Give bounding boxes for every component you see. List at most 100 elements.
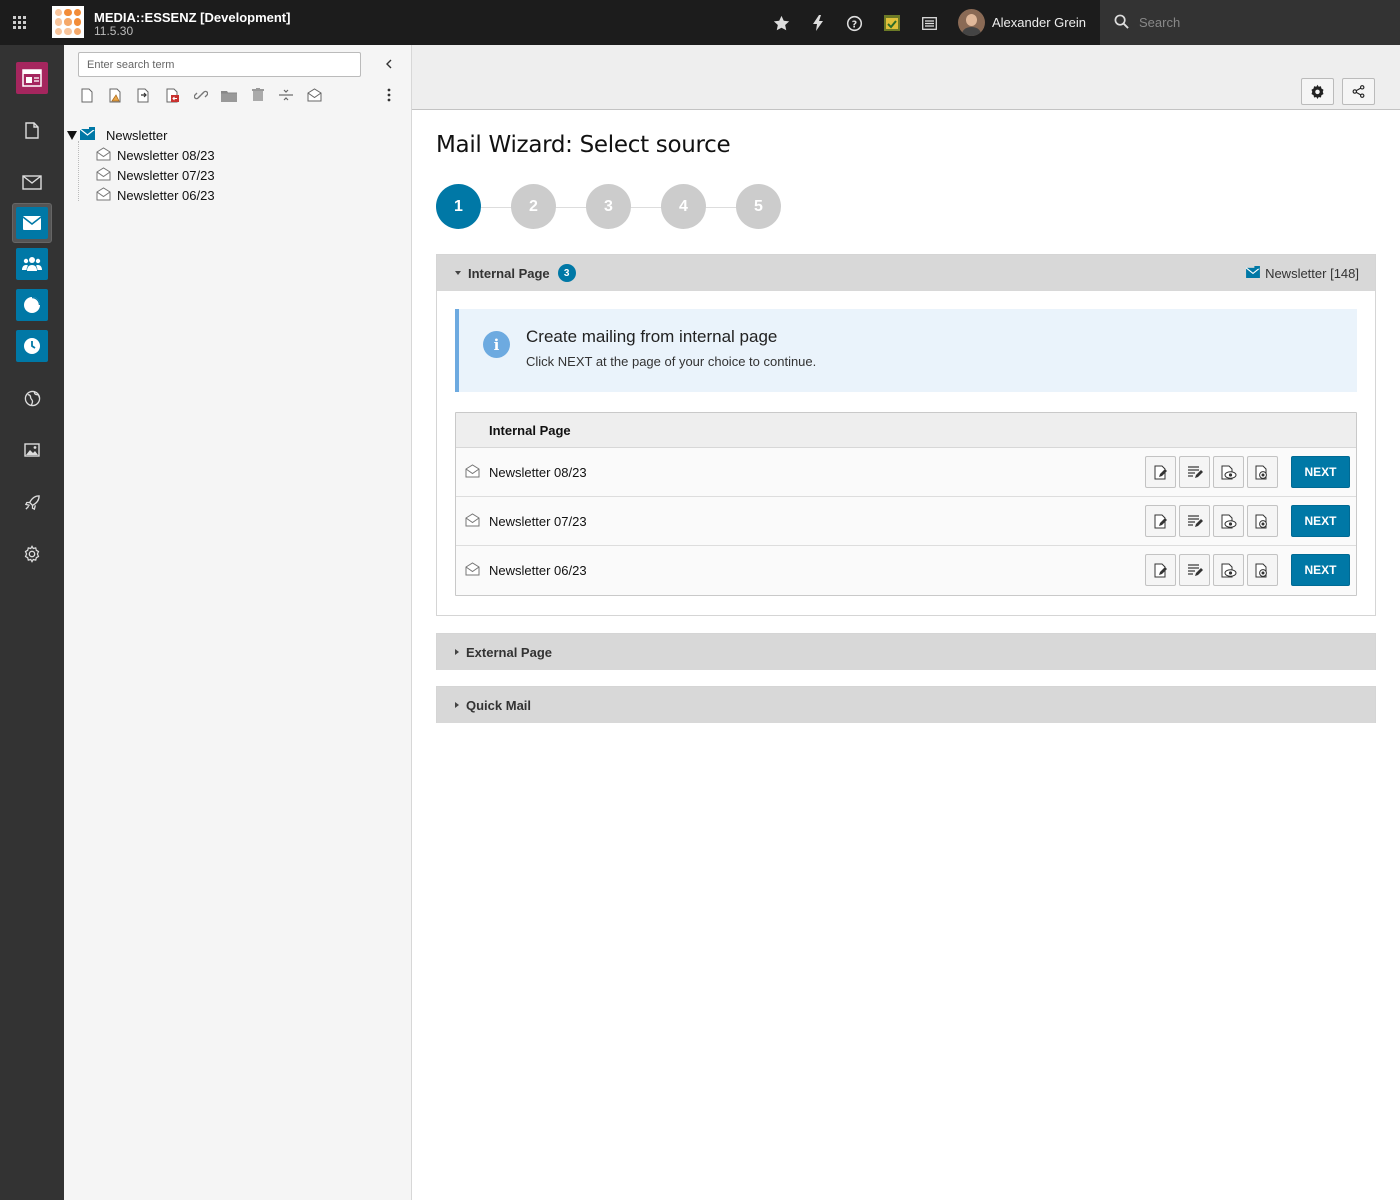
external-page-panel-header[interactable]: External Page: [437, 634, 1375, 670]
new-page-icon[interactable]: [78, 85, 96, 105]
edit-page-icon[interactable]: [1145, 505, 1176, 537]
module-page-icon[interactable]: [16, 114, 48, 146]
global-search-input[interactable]: [1139, 15, 1379, 30]
newsletter-folder-icon: [1245, 266, 1261, 281]
recycler-trash-icon[interactable]: [249, 85, 267, 105]
count-badge: 3: [557, 264, 576, 282]
page-tree-panel: Newsletter Newsletter 08/23 Newsletter 0…: [64, 45, 412, 1200]
help-icon[interactable]: ?: [843, 12, 865, 34]
table-header: Internal Page: [456, 413, 1356, 448]
list-icon[interactable]: [918, 12, 940, 34]
topbar: MEDIA::ESSENZ [Development] 11.5.30 ? Al…: [0, 0, 1400, 45]
doc-header: [412, 45, 1400, 110]
wizard-step-4: 4: [661, 184, 706, 229]
more-options-icon[interactable]: [380, 85, 398, 105]
tree-search-input[interactable]: [78, 52, 361, 77]
mail-page-icon: [465, 464, 480, 481]
next-button[interactable]: NEXT: [1291, 505, 1350, 537]
tree-node-label: Newsletter 07/23: [117, 167, 215, 183]
site-name: MEDIA::ESSENZ [Development]: [94, 10, 291, 25]
mail-page-icon: [96, 186, 111, 204]
row-actions: [1145, 456, 1278, 488]
module-web-page-icon[interactable]: [16, 62, 48, 94]
preview-html-icon[interactable]: [1213, 505, 1244, 537]
quick-mail-panel: Quick Mail: [436, 686, 1376, 723]
folder-icon[interactable]: [220, 85, 238, 105]
tree-node-label: Newsletter 08/23: [117, 147, 215, 163]
preview-html-icon[interactable]: [1213, 456, 1244, 488]
table-row: Newsletter 08/23 NEXT: [456, 448, 1356, 497]
tree-node-label: Newsletter 06/23: [117, 187, 215, 203]
internal-page-panel-header[interactable]: Internal Page 3 Newsletter [148]: [437, 255, 1375, 291]
mail-page-icon: [465, 562, 480, 579]
new-link-page-icon[interactable]: [135, 85, 153, 105]
workspace-icon[interactable]: [881, 12, 903, 34]
record-label: Newsletter [148]: [1265, 266, 1359, 281]
mail-page-icon: [96, 146, 111, 164]
module-direct-mail-icon[interactable]: [12, 203, 52, 243]
bookmark-star-icon[interactable]: [770, 12, 792, 34]
wizard-steps: 1 2 3 4 5: [436, 184, 786, 230]
mail-page-icon[interactable]: [305, 85, 323, 105]
settings-gear-button[interactable]: [1301, 78, 1334, 105]
preview-html-icon[interactable]: [1213, 554, 1244, 586]
main-content: Mail Wizard: Select source 1 2 3 4 5 Int…: [412, 110, 1400, 1200]
edit-content-icon[interactable]: [1179, 554, 1210, 586]
row-label: Newsletter 06/23: [489, 563, 587, 578]
edit-content-icon[interactable]: [1179, 505, 1210, 537]
wizard-step-2: 2: [511, 184, 556, 229]
tree-node-newsletter-06-23[interactable]: Newsletter 06/23: [96, 185, 215, 205]
divider-spacer-icon[interactable]: [277, 85, 295, 105]
share-button[interactable]: [1342, 78, 1375, 105]
newsletter-folder-icon: [79, 127, 96, 143]
flash-icon[interactable]: [807, 12, 829, 34]
module-settings-gear-icon[interactable]: [16, 538, 48, 570]
edit-content-icon[interactable]: [1179, 456, 1210, 488]
wizard-step-3: 3: [586, 184, 631, 229]
site-version: 11.5.30: [94, 24, 134, 38]
site-logo[interactable]: [52, 6, 84, 38]
preview-text-icon[interactable]: [1247, 505, 1278, 537]
table-row: Newsletter 07/23 NEXT: [456, 497, 1356, 546]
module-menu: [0, 45, 64, 1200]
next-button[interactable]: NEXT: [1291, 554, 1350, 586]
collapse-tree-chevron-left-icon[interactable]: [380, 55, 398, 73]
edit-page-icon[interactable]: [1145, 554, 1176, 586]
avatar: [958, 9, 985, 36]
mail-page-icon: [465, 513, 480, 530]
link-chain-icon[interactable]: [192, 85, 210, 105]
module-deploy-rocket-icon[interactable]: [16, 486, 48, 518]
new-external-page-icon[interactable]: [164, 85, 182, 105]
quick-mail-panel-header[interactable]: Quick Mail: [437, 687, 1375, 723]
preview-text-icon[interactable]: [1247, 554, 1278, 586]
user-menu[interactable]: Alexander Grein: [958, 9, 1086, 36]
tree-node-root[interactable]: Newsletter: [67, 125, 167, 145]
tree-node-newsletter-08-23[interactable]: Newsletter 08/23: [96, 145, 215, 165]
row-actions: [1145, 505, 1278, 537]
edit-page-icon[interactable]: [1145, 456, 1176, 488]
internal-page-panel: Internal Page 3 Newsletter [148] i Creat…: [436, 254, 1376, 616]
panel-title: Quick Mail: [466, 697, 532, 713]
row-actions: [1145, 554, 1278, 586]
next-button[interactable]: NEXT: [1291, 456, 1350, 488]
tree-toolbar: [78, 85, 398, 105]
page-title: Mail Wizard: Select source: [436, 132, 731, 158]
search-icon: [1114, 14, 1129, 32]
apps-grid-icon[interactable]: [0, 0, 40, 45]
callout-title: Create mailing from internal page: [526, 327, 778, 346]
external-page-panel: External Page: [436, 633, 1376, 670]
module-recipients-icon[interactable]: [16, 248, 48, 280]
user-name: Alexander Grein: [992, 15, 1086, 30]
module-mail-icon[interactable]: [16, 166, 48, 198]
module-filelist-image-icon[interactable]: [16, 434, 48, 466]
module-scheduler-clock-icon[interactable]: [16, 330, 48, 362]
new-shortcut-icon[interactable]: [107, 85, 125, 105]
wizard-step-1[interactable]: 1: [436, 184, 481, 229]
module-sites-globe-icon[interactable]: [16, 382, 48, 414]
expand-triangle-icon[interactable]: [67, 128, 77, 143]
tree-node-newsletter-07-23[interactable]: Newsletter 07/23: [96, 165, 215, 185]
row-label: Newsletter 08/23: [489, 465, 587, 480]
module-statistics-icon[interactable]: [16, 289, 48, 321]
preview-text-icon[interactable]: [1247, 456, 1278, 488]
panel-record: Newsletter [148]: [1245, 266, 1359, 281]
